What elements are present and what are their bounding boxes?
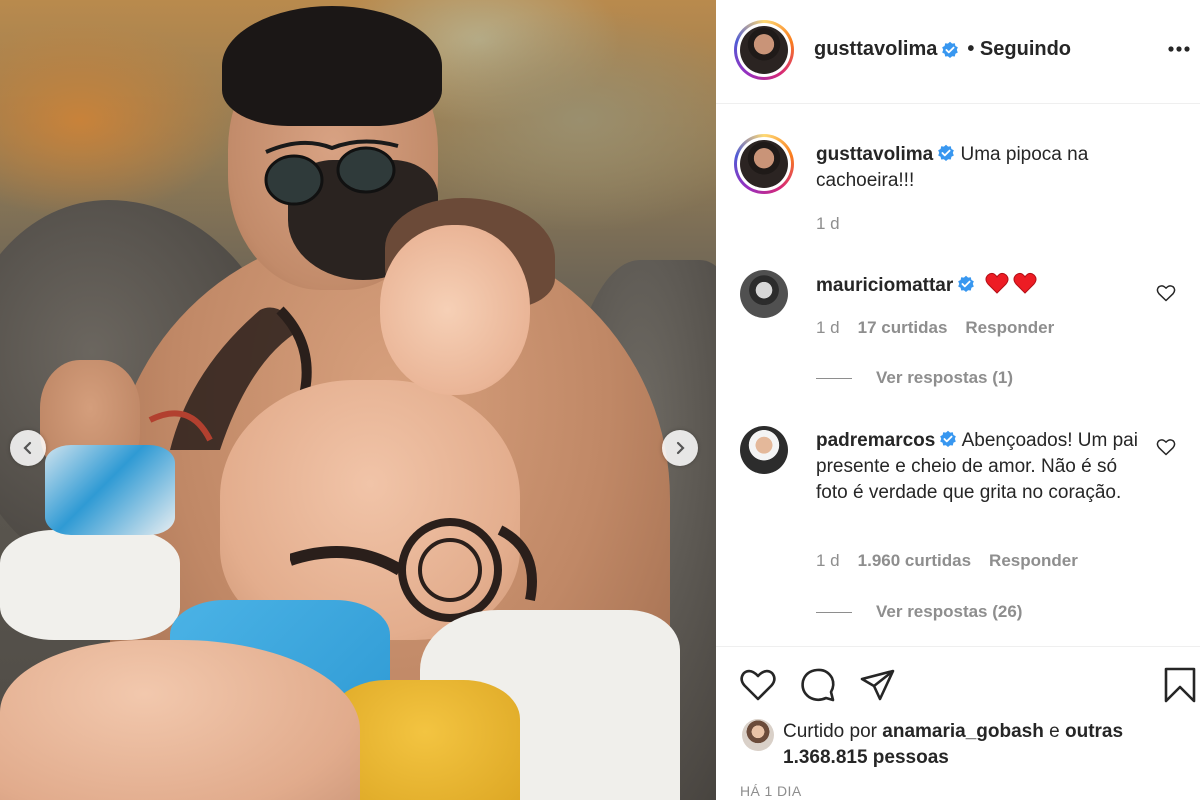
view-replies-button[interactable]: Ver respostas (26) <box>816 602 1022 622</box>
carousel-prev-button[interactable] <box>10 430 46 466</box>
comment-username[interactable]: mauriciomattar <box>816 275 953 296</box>
man-hair <box>222 6 442 126</box>
divider <box>816 611 852 613</box>
comment-bubble-icon[interactable] <box>798 665 838 705</box>
liker-avatar[interactable] <box>742 719 774 751</box>
caption-username[interactable]: gusttavolima <box>816 144 933 165</box>
caption-timestamp[interactable]: 1 d <box>816 214 840 234</box>
red-heart-icon <box>985 272 1009 294</box>
post-side-panel: gusttavolima • Seguindo gusttavolima Uma… <box>716 0 1200 800</box>
view-replies-button[interactable]: Ver respostas (1) <box>816 368 1013 388</box>
comment: mauriciomattar <box>816 272 1146 299</box>
author-avatar[interactable] <box>734 20 794 80</box>
verified-badge-icon <box>942 41 959 58</box>
chevron-left-icon <box>23 441 32 455</box>
commenter-avatar[interactable] <box>740 426 788 474</box>
save-bookmark-icon[interactable] <box>1160 665 1200 705</box>
like-heart-icon[interactable] <box>738 665 778 705</box>
author-username[interactable]: gusttavolima <box>814 38 937 61</box>
carousel-next-button[interactable] <box>662 430 698 466</box>
comment: padremarcos Abençoados! Um pai presente … <box>816 428 1146 506</box>
comment-like-icon[interactable] <box>1156 283 1176 303</box>
chevron-right-icon <box>676 441 685 455</box>
verified-badge-icon <box>958 275 975 292</box>
view-replies-label: Ver respostas (1) <box>876 368 1014 387</box>
comment-username[interactable]: padremarcos <box>816 430 935 451</box>
comment-time[interactable]: 1 d <box>816 318 840 338</box>
more-options-icon[interactable] <box>1166 36 1192 62</box>
snack-bag <box>45 445 175 535</box>
heart-emojis <box>985 272 1037 294</box>
post-timestamp[interactable]: HÁ 1 DIA <box>740 783 802 799</box>
post-actions: Curtido por anamaria_gobash e outras 1.3… <box>716 646 1200 800</box>
comment-like-count[interactable]: 17 curtidas <box>858 318 948 338</box>
verified-badge-icon <box>938 144 955 161</box>
comment-like-icon[interactable] <box>1156 437 1176 457</box>
commenter-avatar[interactable] <box>740 270 788 318</box>
liker-username[interactable]: anamaria_gobash <box>882 721 1044 742</box>
likes-prefix: Curtido por <box>783 721 877 742</box>
sunglasses <box>264 139 399 206</box>
caption-author-avatar[interactable] <box>734 134 794 194</box>
likes-joiner: e <box>1049 721 1060 742</box>
red-heart-icon <box>1013 272 1037 294</box>
post-caption: gusttavolima Uma pipoca na cachoeira!!! <box>816 142 1156 194</box>
following-status[interactable]: • Seguindo <box>967 38 1071 61</box>
comment-meta: 1 d 1.960 curtidas Responder <box>816 551 1078 571</box>
comment-like-count[interactable]: 1.960 curtidas <box>858 551 971 571</box>
likes-summary: Curtido por anamaria_gobash e outras 1.3… <box>783 719 1173 771</box>
share-paper-plane-icon[interactable] <box>858 665 898 705</box>
comment-meta: 1 d 17 curtidas Responder <box>816 318 1054 338</box>
comment-time[interactable]: 1 d <box>816 551 840 571</box>
post-header: gusttavolima • Seguindo <box>716 0 1200 104</box>
post-photo[interactable] <box>0 0 716 800</box>
view-replies-label: Ver respostas (26) <box>876 602 1023 621</box>
reply-button[interactable]: Responder <box>965 318 1054 338</box>
reply-button[interactable]: Responder <box>989 551 1078 571</box>
child-head <box>380 225 530 395</box>
towel <box>0 530 180 640</box>
divider <box>816 377 852 379</box>
verified-badge-icon <box>940 430 957 447</box>
